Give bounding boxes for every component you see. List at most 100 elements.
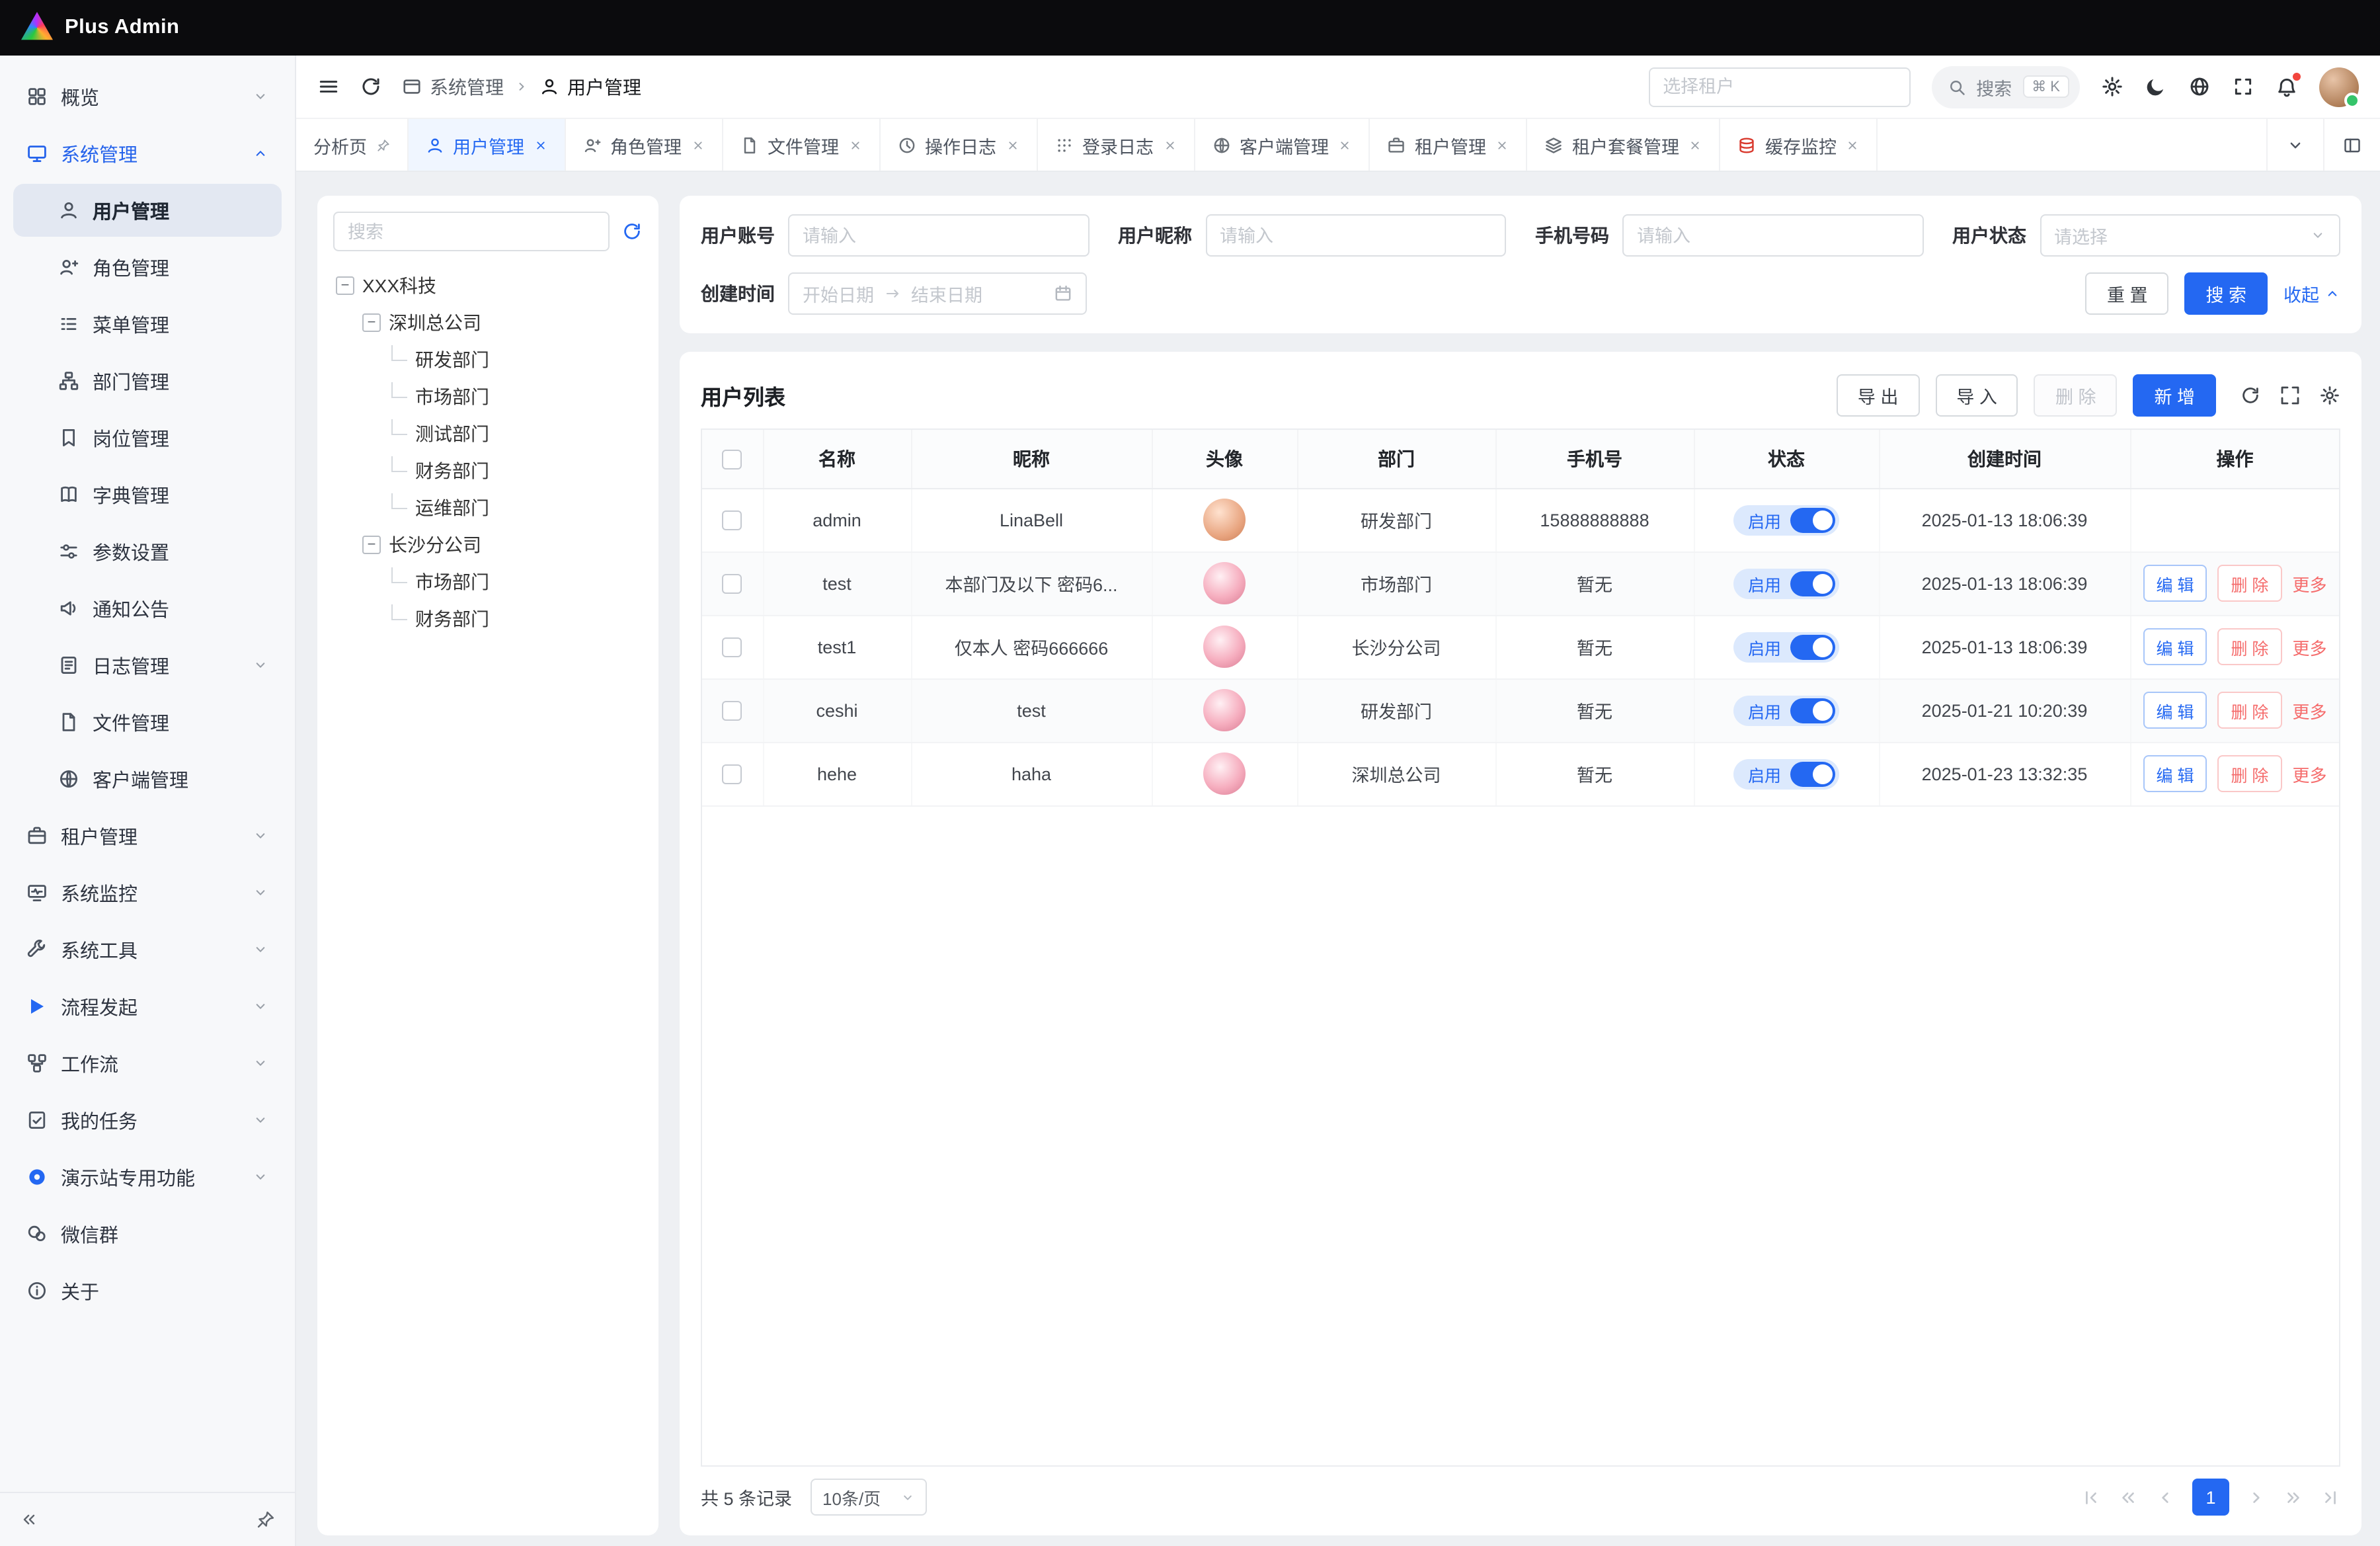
edit-button[interactable]: 编 辑	[2143, 628, 2207, 665]
delete-button[interactable]: 删 除	[2034, 374, 2118, 417]
more-button[interactable]: 更多	[2292, 698, 2326, 723]
tab-file-mgmt[interactable]: 文件管理	[723, 119, 880, 171]
sidebar-item-tenant-mgmt[interactable]: 租户管理	[13, 809, 282, 862]
sidebar-item-dict-mgmt[interactable]: 字典管理	[13, 468, 282, 521]
phone-number-input[interactable]	[1622, 214, 1923, 257]
tree-node[interactable]: 测试部门	[333, 415, 643, 452]
edit-button[interactable]: 编 辑	[2143, 565, 2207, 602]
language-icon[interactable]	[2188, 75, 2211, 98]
sidebar-item-notice[interactable]: 通知公告	[13, 582, 282, 635]
add-button[interactable]: 新 增	[2133, 374, 2216, 417]
pagination-prev-icon[interactable]	[2155, 1487, 2175, 1507]
export-button[interactable]: 导 出	[1837, 374, 1920, 417]
delete-row-button[interactable]: 删 除	[2217, 692, 2281, 729]
global-search[interactable]: 搜索 ⌘ K	[1931, 65, 2080, 108]
close-icon[interactable]	[1338, 138, 1351, 151]
user-nickname-input[interactable]	[1205, 214, 1506, 257]
tab-tenant-package-mgmt[interactable]: 租户套餐管理	[1527, 119, 1720, 171]
import-button[interactable]: 导 入	[1935, 374, 2018, 417]
tree-node[interactable]: −XXX科技	[333, 267, 643, 304]
tab-analysis[interactable]: 分析页	[296, 119, 408, 171]
notifications-bell-icon[interactable]	[2276, 75, 2298, 98]
date-range-picker[interactable]: 开始日期 结束日期	[788, 272, 1087, 315]
tab-client-mgmt[interactable]: 客户端管理	[1195, 119, 1370, 171]
more-button[interactable]: 更多	[2292, 571, 2326, 596]
settings-gear-icon[interactable]	[2101, 75, 2123, 98]
tab-user-mgmt[interactable]: 用户管理	[408, 119, 565, 171]
tree-node[interactable]: 财务部门	[333, 600, 643, 637]
close-icon[interactable]	[848, 138, 861, 151]
status-switch[interactable]: 启用	[1733, 695, 1839, 725]
sidebar-item-role-mgmt[interactable]: 角色管理	[13, 241, 282, 294]
table-row[interactable]: hehehaha深圳总公司暂无启用2025-01-23 13:32:35编 辑删…	[702, 742, 2339, 805]
search-button[interactable]: 搜 索	[2184, 272, 2268, 315]
pagination-prev-more-icon[interactable]	[2118, 1487, 2138, 1507]
row-checkbox[interactable]	[723, 637, 742, 657]
dark-mode-icon[interactable]	[2145, 75, 2167, 98]
tree-node[interactable]: 市场部门	[333, 378, 643, 415]
tree-search-input[interactable]	[333, 212, 610, 251]
close-icon[interactable]	[1846, 138, 1859, 151]
row-checkbox[interactable]	[723, 764, 742, 784]
table-settings-icon[interactable]	[2319, 385, 2340, 406]
user-status-select[interactable]: 请选择	[2040, 214, 2340, 257]
close-icon[interactable]	[1163, 138, 1176, 151]
tree-expander-icon[interactable]: −	[362, 313, 381, 332]
sidebar-item-overview[interactable]: 概览	[13, 70, 282, 123]
table-row[interactable]: adminLinaBell研发部门15888888888启用2025-01-13…	[702, 488, 2339, 551]
sidebar-item-wechat-group[interactable]: 微信群	[13, 1207, 282, 1260]
pagination-next-more-icon[interactable]	[2283, 1487, 2303, 1507]
sidebar-item-param-settings[interactable]: 参数设置	[13, 525, 282, 578]
tab-login-log[interactable]: 登录日志	[1037, 119, 1195, 171]
sidebar-item-user-mgmt[interactable]: 用户管理	[13, 184, 282, 237]
sidebar-item-post-mgmt[interactable]: 岗位管理	[13, 411, 282, 464]
pagination-next-icon[interactable]	[2246, 1487, 2266, 1507]
tree-node[interactable]: −长沙分公司	[333, 526, 643, 563]
sidebar-item-system-monitor[interactable]: 系统监控	[13, 866, 282, 919]
sidebar-item-system-mgmt[interactable]: 系统管理	[13, 127, 282, 180]
row-checkbox[interactable]	[723, 574, 742, 594]
more-button[interactable]: 更多	[2292, 761, 2326, 786]
tree-node[interactable]: −深圳总公司	[333, 304, 643, 341]
tenant-select-input[interactable]	[1648, 67, 1910, 106]
table-row[interactable]: ceshitest研发部门暂无启用2025-01-21 10:20:39编 辑删…	[702, 678, 2339, 742]
select-all-checkbox[interactable]	[723, 450, 742, 469]
tabs-dropdown-button[interactable]	[2266, 119, 2323, 171]
sidebar-item-workflow[interactable]: 工作流	[13, 1037, 282, 1090]
table-row[interactable]: test1仅本人 密码666666长沙分公司暂无启用2025-01-13 18:…	[702, 615, 2339, 678]
collapse-filters-link[interactable]: 收起	[2283, 280, 2340, 307]
tab-cache-monitor[interactable]: 缓存监控	[1720, 119, 1878, 171]
delete-row-button[interactable]: 删 除	[2217, 628, 2281, 665]
table-row[interactable]: test本部门及以下 密码6...市场部门暂无启用2025-01-13 18:0…	[702, 551, 2339, 615]
sidebar-item-log-mgmt[interactable]: 日志管理	[13, 639, 282, 692]
collapse-sidebar-icon[interactable]	[20, 1510, 38, 1529]
tree-node[interactable]: 运维部门	[333, 489, 643, 526]
close-icon[interactable]	[1495, 138, 1509, 151]
tree-node[interactable]: 市场部门	[333, 563, 643, 600]
tabs-layout-button[interactable]	[2323, 119, 2380, 171]
refresh-page-icon[interactable]	[360, 75, 382, 98]
pin-icon[interactable]	[376, 138, 389, 151]
status-switch[interactable]: 启用	[1733, 758, 1839, 789]
sidebar-item-dept-mgmt[interactable]: 部门管理	[13, 354, 282, 407]
row-checkbox[interactable]	[723, 701, 742, 721]
pagination-last-icon[interactable]	[2320, 1487, 2340, 1507]
tree-refresh-icon[interactable]	[621, 221, 643, 242]
status-switch[interactable]: 启用	[1733, 568, 1839, 598]
delete-row-button[interactable]: 删 除	[2217, 755, 2281, 792]
tab-tenant-mgmt[interactable]: 租户管理	[1370, 119, 1527, 171]
close-icon[interactable]	[691, 138, 704, 151]
reset-button[interactable]: 重 置	[2086, 272, 2169, 315]
tree-node[interactable]: 财务部门	[333, 452, 643, 489]
edit-button[interactable]: 编 辑	[2143, 755, 2207, 792]
user-account-input[interactable]	[788, 214, 1089, 257]
close-icon[interactable]	[1688, 138, 1702, 151]
pagination-current-page[interactable]: 1	[2192, 1479, 2229, 1516]
delete-row-button[interactable]: 删 除	[2217, 565, 2281, 602]
sidebar-item-my-tasks[interactable]: 我的任务	[13, 1094, 282, 1147]
sidebar-item-file-mgmt[interactable]: 文件管理	[13, 696, 282, 749]
sidebar-item-menu-mgmt[interactable]: 菜单管理	[13, 298, 282, 350]
sidebar-pin-icon[interactable]	[257, 1510, 275, 1529]
sidebar-item-process-start[interactable]: 流程发起	[13, 980, 282, 1033]
sidebar-item-about[interactable]: 关于	[13, 1264, 282, 1317]
